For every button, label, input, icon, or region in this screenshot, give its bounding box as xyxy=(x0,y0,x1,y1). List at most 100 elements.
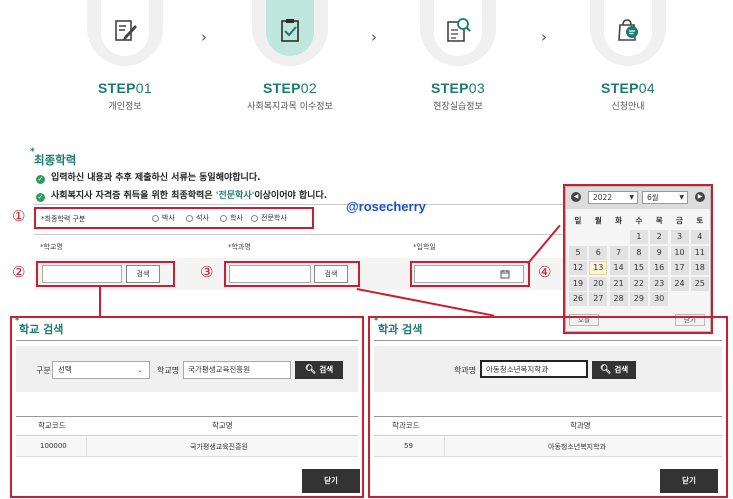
column-separator xyxy=(444,437,445,457)
dept-name-input[interactable] xyxy=(229,265,311,283)
panel-divider xyxy=(16,340,358,341)
radio-bachelor[interactable]: 학사 xyxy=(220,213,243,223)
watermark: @rosecherry xyxy=(346,199,426,214)
calendar-day[interactable]: 2 xyxy=(650,230,669,244)
calendar-day[interactable]: 8 xyxy=(629,245,648,260)
weekday-header: 목 xyxy=(655,216,663,225)
calendar-day[interactable]: 5 xyxy=(569,245,587,260)
calendar-day[interactable]: 18 xyxy=(690,261,709,275)
radio-circle[interactable] xyxy=(251,214,258,222)
dept-search-button[interactable]: 검색 xyxy=(314,265,348,283)
column-separator xyxy=(86,437,87,457)
shopping-bag-chat-icon xyxy=(618,19,638,41)
calendar-day[interactable]: 26 xyxy=(569,292,587,306)
radio-circle[interactable] xyxy=(220,214,227,222)
connector-line xyxy=(99,287,101,317)
school-panel-close-button[interactable]: 닫기 xyxy=(302,469,360,493)
calendar-day[interactable]: 12 xyxy=(569,261,587,275)
notice-2: ✓ 사회복지사 자격증 취득을 위한 최종학력은 '전문학사'이상이어야 합니다. xyxy=(36,191,328,202)
calendar-day[interactable]: 9 xyxy=(650,245,669,260)
type-select[interactable]: 선택 ⌄ xyxy=(52,361,150,379)
calendar-day[interactable]: 10 xyxy=(670,245,689,260)
school-panel-title: 학교 검색 xyxy=(15,316,63,337)
year-select[interactable]: 2022 ▼ xyxy=(588,191,638,204)
weekday-header: 금 xyxy=(676,216,683,225)
school-code-header: 학교코드 xyxy=(38,421,66,430)
annotation-1: ① xyxy=(12,207,26,225)
calendar-day[interactable]: 21 xyxy=(609,276,628,291)
calendar-day[interactable]: 4 xyxy=(690,230,709,244)
school-name-label: *학교명 xyxy=(40,243,63,251)
weekday-header: 화 xyxy=(615,216,623,225)
type-label: 구분 xyxy=(36,366,51,375)
step-3-title: STEP03 xyxy=(431,80,485,96)
date-picker: ◀ 2022 ▼ 6월 ▼ ▶ 일 월 화 수 목 금 토 1 2 3 4 5 6 7 8 9 10 11 12 13 14… xyxy=(565,186,711,332)
step-3-label: 현장실습정보 xyxy=(433,102,483,112)
annotation-3: ③ xyxy=(200,263,214,281)
dept-table-header xyxy=(374,416,722,436)
calendar-day[interactable]: 20 xyxy=(589,276,608,291)
step-2-label: 사회복지과목 이수정보 xyxy=(247,102,333,112)
degree-label: *최종학력 구분 xyxy=(41,215,86,223)
step-2-title: STEP02 xyxy=(263,80,317,96)
section-title: 최종학력 xyxy=(30,147,76,168)
calendar-day[interactable]: 1 xyxy=(629,230,648,244)
dept-code-header: 학과코드 xyxy=(392,421,420,430)
school-name-input[interactable] xyxy=(42,265,122,283)
step-2-badge xyxy=(252,0,328,66)
school-panel-search-button[interactable]: 🔍︎ 검색 xyxy=(295,361,343,379)
dept-panel-search-button[interactable]: 🔍︎ 검색 xyxy=(592,361,636,379)
table-row[interactable] xyxy=(16,437,358,457)
calendar-day[interactable]: 7 xyxy=(609,245,628,260)
chevron-down-icon: ▼ xyxy=(679,194,684,201)
radio-circle[interactable] xyxy=(186,214,193,222)
dept-name-label: 학과명 xyxy=(454,366,477,375)
step-1-label: 개인정보 xyxy=(108,102,142,112)
dept-name-cell: 아동청소년복지학과 xyxy=(548,443,606,451)
calendar-day[interactable]: 14 xyxy=(609,261,628,275)
annotation-4: ④ xyxy=(538,263,552,281)
calendar-day[interactable]: 15 xyxy=(629,261,648,275)
month-select[interactable]: 6월 ▼ xyxy=(642,191,688,204)
calendar-day[interactable]: 19 xyxy=(569,276,587,291)
school-name-header: 학교명 xyxy=(212,421,233,430)
step-arrow-3: › xyxy=(541,28,547,46)
calendar-day[interactable]: 17 xyxy=(670,261,689,275)
calendar-day[interactable]: 29 xyxy=(629,292,648,306)
weekday-header: 토 xyxy=(696,216,704,225)
calendar-day[interactable]: 16 xyxy=(650,261,669,275)
calendar-day[interactable]: 25 xyxy=(690,276,709,291)
dept-name-header: 학과명 xyxy=(570,421,591,430)
radio-circle[interactable] xyxy=(152,214,159,222)
calendar-day[interactable]: 27 xyxy=(589,292,608,306)
step-4-title: STEP04 xyxy=(601,80,655,96)
radio-doctor[interactable]: 박사 xyxy=(152,213,175,223)
school-name-label: 학교명 xyxy=(157,366,180,375)
pencil-note-icon xyxy=(115,20,137,41)
dept-panel-close-button[interactable]: 닫기 xyxy=(660,469,718,493)
radio-master[interactable]: 석사 xyxy=(186,213,209,223)
school-search-button[interactable]: 검색 xyxy=(126,265,160,283)
calendar-day[interactable]: 6 xyxy=(589,245,608,260)
calendar-day[interactable]: 22 xyxy=(629,276,648,291)
radio-associate[interactable]: 전문학사 xyxy=(251,213,287,223)
calendar-icon[interactable] xyxy=(500,269,510,279)
step-arrow-1: › xyxy=(201,28,207,46)
clipboard-check-icon xyxy=(281,19,299,42)
weekday-header: 수 xyxy=(635,216,643,225)
prev-month-icon[interactable]: ◀ xyxy=(571,192,581,202)
calendar-day[interactable]: 23 xyxy=(650,276,669,291)
dept-name-search-input[interactable]: 아동청소년복지학과 xyxy=(480,360,588,378)
next-month-icon[interactable]: ▶ xyxy=(695,192,705,202)
dept-code-cell: 59 xyxy=(404,442,413,450)
school-name-search-input[interactable]: 국가평생교육진흥원 xyxy=(183,361,291,379)
calendar-day[interactable]: 24 xyxy=(670,276,689,291)
dept-panel-title: 학과 검색 xyxy=(374,316,422,337)
calendar-day[interactable]: 13 xyxy=(589,261,608,275)
calendar-day[interactable]: 3 xyxy=(670,230,689,244)
notice-1: ✓ 입력하신 내용과 추후 제출하신 서류는 동일해야합니다. xyxy=(36,173,261,184)
calendar-day[interactable]: 30 xyxy=(650,292,669,306)
calendar-day[interactable]: 11 xyxy=(690,245,709,260)
calendar-day[interactable]: 28 xyxy=(609,292,628,306)
panel-divider xyxy=(374,340,722,341)
